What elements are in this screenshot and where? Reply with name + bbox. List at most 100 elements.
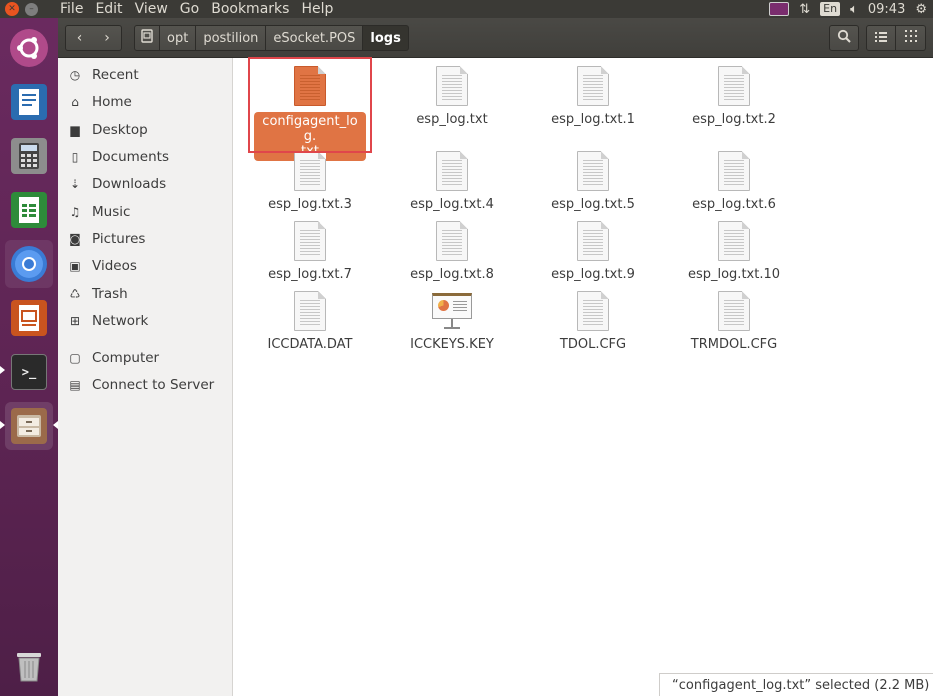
sidebar-item-downloads[interactable]: ⇣ Downloads bbox=[58, 172, 233, 196]
forward-button[interactable]: › bbox=[93, 25, 122, 51]
folder-icon: ▆ bbox=[70, 123, 80, 137]
file-item[interactable]: esp_log.txt bbox=[390, 66, 514, 127]
path-crumb-logs[interactable]: logs bbox=[363, 25, 409, 51]
menu-bar: File Edit View Go Bookmarks Help bbox=[60, 0, 345, 18]
sidebar-item-label: Desktop bbox=[92, 122, 148, 138]
search-icon bbox=[837, 29, 851, 47]
file-item[interactable]: esp_log.txt.3 bbox=[248, 151, 372, 212]
sidebar-item-videos[interactable]: ▣ Videos bbox=[58, 254, 233, 278]
sidebar-item-home[interactable]: ⌂ Home bbox=[58, 90, 233, 114]
file-item[interactable]: TDOL.CFG bbox=[531, 291, 655, 352]
file-item[interactable]: esp_log.txt.6 bbox=[672, 151, 796, 212]
file-label: esp_log.txt.4 bbox=[410, 197, 494, 212]
path-crumb-postilion[interactable]: postilion bbox=[196, 25, 267, 51]
file-cabinet-icon bbox=[11, 408, 47, 444]
sidebar-item-documents[interactable]: ▯ Documents bbox=[58, 145, 233, 169]
file-item[interactable]: ICCDATA.DAT bbox=[248, 291, 372, 352]
menu-go[interactable]: Go bbox=[180, 1, 199, 17]
menu-bookmarks[interactable]: Bookmarks bbox=[211, 1, 289, 17]
session-gear-icon[interactable]: ⚙ bbox=[915, 2, 927, 17]
text-file-icon bbox=[577, 66, 609, 106]
path-crumb-esocket[interactable]: eSocket.POS bbox=[266, 25, 364, 51]
text-file-icon bbox=[436, 66, 468, 106]
text-file-icon bbox=[436, 221, 468, 261]
list-view-button[interactable] bbox=[866, 25, 896, 51]
top-panel: ✕ – File Edit View Go Bookmarks Help ⇅ E… bbox=[0, 0, 933, 18]
network-indicator-icon[interactable]: ⇅ bbox=[799, 2, 810, 17]
calculator-icon bbox=[11, 138, 47, 174]
menu-help[interactable]: Help bbox=[301, 1, 333, 17]
grid-view-icon bbox=[904, 30, 917, 46]
dash-button[interactable] bbox=[5, 24, 53, 72]
status-overlay: “configagent_log.txt” selected (2.2 MB) bbox=[659, 673, 933, 696]
sidebar-item-computer[interactable]: ▢ Computer bbox=[58, 346, 233, 370]
text-file-icon bbox=[577, 291, 609, 331]
sidebar-item-label: Network bbox=[92, 313, 149, 329]
file-item[interactable]: esp_log.txt.2 bbox=[672, 66, 796, 127]
file-item[interactable]: esp_log.txt.8 bbox=[390, 221, 514, 282]
file-item[interactable]: esp_log.txt.5 bbox=[531, 151, 655, 212]
network-icon: ⊞ bbox=[69, 314, 81, 328]
file-item[interactable]: esp_log.txt.9 bbox=[531, 221, 655, 282]
launcher-chromium[interactable] bbox=[5, 240, 53, 288]
path-crumb-opt[interactable]: opt bbox=[160, 25, 197, 51]
sidebar-item-label: Videos bbox=[92, 258, 137, 274]
file-item[interactable]: esp_log.txt.7 bbox=[248, 221, 372, 282]
clock[interactable]: 09:43 bbox=[868, 2, 905, 17]
document-icon: ▯ bbox=[71, 150, 79, 164]
sidebar-item-label: Downloads bbox=[92, 176, 167, 192]
text-file-icon bbox=[577, 221, 609, 261]
sidebar-item-network[interactable]: ⊞ Network bbox=[58, 309, 233, 333]
messaging-indicator-icon[interactable] bbox=[769, 2, 790, 16]
path-root-button[interactable] bbox=[134, 25, 160, 51]
text-file-icon bbox=[577, 151, 609, 191]
music-note-icon: ♫ bbox=[69, 205, 81, 219]
file-item[interactable]: ICCKEYS.KEY bbox=[390, 291, 514, 352]
path-bar: opt postilion eSocket.POS logs bbox=[134, 25, 409, 51]
view-options-button[interactable] bbox=[896, 25, 926, 51]
file-label: esp_log.txt.2 bbox=[692, 112, 776, 127]
window-minimize-icon[interactable]: – bbox=[25, 2, 38, 16]
text-file-icon bbox=[294, 151, 326, 191]
sidebar-item-connect-to-server[interactable]: ▤ Connect to Server bbox=[58, 373, 233, 397]
trash-icon: ♺ bbox=[69, 287, 81, 301]
file-item[interactable]: esp_log.txt.4 bbox=[390, 151, 514, 212]
sidebar-item-music[interactable]: ♫ Music bbox=[58, 200, 233, 224]
sidebar-item-trash[interactable]: ♺ Trash bbox=[58, 282, 233, 306]
launcher-calculator[interactable] bbox=[5, 132, 53, 180]
sidebar-item-pictures[interactable]: ◙ Pictures bbox=[58, 227, 233, 251]
sidebar-item-label: Recent bbox=[92, 67, 139, 83]
volume-icon[interactable]: 🔈︎ bbox=[850, 2, 858, 17]
launcher-terminal[interactable]: >_ bbox=[5, 348, 53, 396]
menu-view[interactable]: View bbox=[135, 1, 168, 17]
places-sidebar: ◷ Recent ⌂ Home ▆ Desktop ▯ Documents ⇣ Downl… bbox=[58, 58, 233, 696]
menu-file[interactable]: File bbox=[60, 1, 83, 17]
sidebar-item-desktop[interactable]: ▆ Desktop bbox=[58, 118, 233, 142]
file-label: esp_log.txt.8 bbox=[410, 267, 494, 282]
window-close-icon[interactable]: ✕ bbox=[5, 2, 19, 16]
file-label: esp_log.txt.9 bbox=[551, 267, 635, 282]
indicator-area: ⇅ En 🔈︎ 09:43 ⚙ bbox=[769, 0, 927, 18]
menu-edit[interactable]: Edit bbox=[95, 1, 122, 17]
launcher-calc[interactable] bbox=[5, 186, 53, 234]
sidebar-item-label: Trash bbox=[92, 286, 128, 302]
file-item[interactable]: TRMDOL.CFG bbox=[672, 291, 796, 352]
launcher-writer[interactable] bbox=[5, 78, 53, 126]
file-label: TRMDOL.CFG bbox=[690, 337, 778, 352]
text-file-icon bbox=[718, 221, 750, 261]
search-button[interactable] bbox=[829, 25, 859, 51]
launcher-files[interactable] bbox=[5, 402, 53, 450]
file-view: configagent_log.txt esp_log.txt esp_log.… bbox=[234, 58, 933, 696]
file-label: esp_log.txt.10 bbox=[687, 267, 781, 282]
keyboard-layout-indicator[interactable]: En bbox=[820, 2, 841, 16]
file-item[interactable]: esp_log.txt.10 bbox=[672, 221, 796, 282]
annotation-highlight-box bbox=[248, 57, 372, 153]
file-item[interactable]: esp_log.txt.1 bbox=[531, 66, 655, 127]
launcher-impress[interactable] bbox=[5, 294, 53, 342]
back-button[interactable]: ‹ bbox=[65, 25, 94, 51]
sidebar-item-recent[interactable]: ◷ Recent bbox=[58, 63, 233, 87]
spreadsheet-icon bbox=[11, 192, 47, 228]
file-label: ICCKEYS.KEY bbox=[410, 337, 494, 352]
launcher: >_ bbox=[0, 18, 58, 696]
launcher-trash[interactable] bbox=[5, 642, 53, 690]
